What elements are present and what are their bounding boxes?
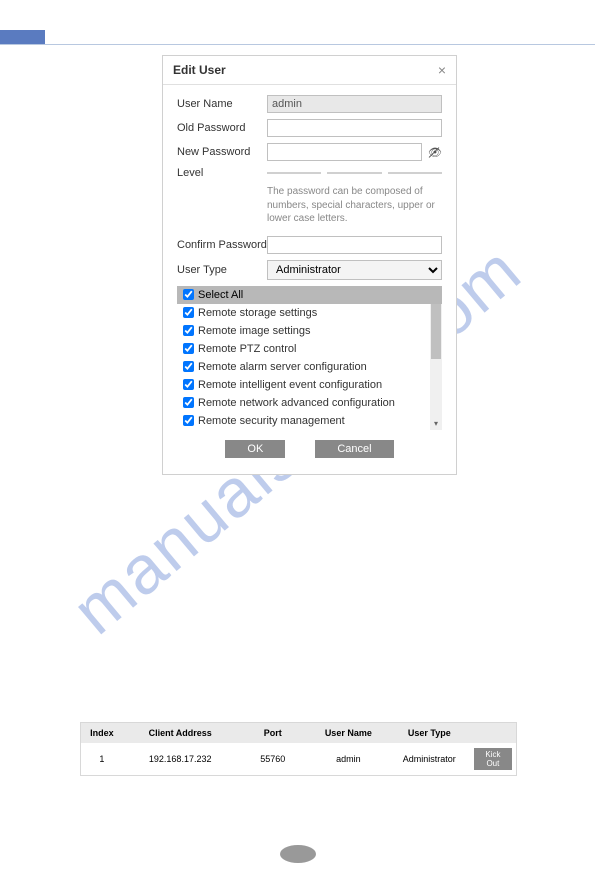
perm-item[interactable]: Remote intelligent event configuration <box>177 376 442 394</box>
dialog-header: Edit User × <box>163 56 456 85</box>
row-old-password: Old Password <box>177 119 442 137</box>
permissions-scrollbar[interactable]: ▾ <box>430 304 442 430</box>
dialog-footer: OK Cancel <box>177 430 442 460</box>
scrollbar-down-icon[interactable]: ▾ <box>430 418 442 430</box>
checkbox-perm[interactable] <box>183 415 194 426</box>
strength-seg-2 <box>327 172 381 174</box>
th-port: Port <box>238 723 308 743</box>
input-new-password[interactable] <box>267 143 422 161</box>
dialog-body: User Name Old Password New Password 👁 Le… <box>163 85 456 474</box>
checkbox-perm[interactable] <box>183 307 194 318</box>
kickout-button[interactable]: Kick Out <box>474 748 512 770</box>
reveal-password-icon[interactable]: 👁 <box>428 146 442 159</box>
strength-seg-1 <box>267 172 321 174</box>
perm-label: Remote alarm server configuration <box>198 361 367 373</box>
row-level: Level <box>177 167 442 179</box>
cancel-button[interactable]: Cancel <box>315 440 393 458</box>
th-client-address: Client Address <box>123 723 238 743</box>
input-username <box>267 95 442 113</box>
online-users-table: Index Client Address Port User Name User… <box>80 722 517 776</box>
perm-item[interactable]: Remote alarm server configuration <box>177 358 442 376</box>
permissions-list: Remote storage settings Remote image set… <box>177 304 442 430</box>
label-user-type: User Type <box>177 264 267 276</box>
td-port: 55760 <box>238 749 308 769</box>
td-username: admin <box>308 749 389 769</box>
td-client-address: 192.168.17.232 <box>123 749 238 769</box>
close-icon[interactable]: × <box>438 62 446 78</box>
checkbox-perm[interactable] <box>183 343 194 354</box>
row-confirm-password: Confirm Password <box>177 236 442 254</box>
label-username: User Name <box>177 98 267 110</box>
checkbox-perm[interactable] <box>183 325 194 336</box>
dialog-title: Edit User <box>173 63 226 77</box>
td-index: 1 <box>81 749 123 769</box>
th-index: Index <box>81 723 123 743</box>
td-action: Kick Out <box>470 743 516 775</box>
th-user-type: User Type <box>389 723 470 743</box>
th-username: User Name <box>308 723 389 743</box>
perm-label: Remote intelligent event configuration <box>198 379 382 391</box>
perm-item[interactable]: Remote network advanced configuration <box>177 394 442 412</box>
page-top-rule <box>0 30 595 45</box>
page-footer-ellipse <box>280 845 316 863</box>
perm-label: Remote network advanced configuration <box>198 397 395 409</box>
perm-item[interactable]: Remote image settings <box>177 322 442 340</box>
label-new-password: New Password <box>177 146 267 158</box>
label-old-password: Old Password <box>177 122 267 134</box>
select-user-type[interactable]: Administrator <box>267 260 442 280</box>
edit-user-dialog: Edit User × User Name Old Password New P… <box>162 55 457 475</box>
checkbox-perm[interactable] <box>183 397 194 408</box>
strength-seg-3 <box>388 172 442 174</box>
perm-item[interactable]: Remote PTZ control <box>177 340 442 358</box>
perm-label: Remote security management <box>198 415 345 427</box>
row-user-type: User Type Administrator <box>177 260 442 280</box>
perm-label: Remote PTZ control <box>198 343 296 355</box>
perm-label: Remote storage settings <box>198 307 317 319</box>
perm-label: Remote image settings <box>198 325 311 337</box>
label-level: Level <box>177 167 267 179</box>
page-top-tab <box>0 30 45 44</box>
select-all-row[interactable]: Select All <box>177 286 442 304</box>
checkbox-perm[interactable] <box>183 379 194 390</box>
row-username: User Name <box>177 95 442 113</box>
perm-item[interactable]: Remote security management <box>177 412 442 430</box>
input-old-password[interactable] <box>267 119 442 137</box>
checkbox-select-all[interactable] <box>183 289 194 300</box>
input-confirm-password[interactable] <box>267 236 442 254</box>
scrollbar-thumb[interactable] <box>431 304 441 359</box>
row-new-password: New Password 👁 <box>177 143 442 161</box>
perm-item[interactable]: Remote storage settings <box>177 304 442 322</box>
checkbox-perm[interactable] <box>183 361 194 372</box>
select-all-label: Select All <box>198 289 243 301</box>
password-strength-meter <box>267 172 442 174</box>
ok-button[interactable]: OK <box>225 440 285 458</box>
label-confirm-password: Confirm Password <box>177 239 267 251</box>
table-row: 1 192.168.17.232 55760 admin Administrat… <box>81 743 516 775</box>
th-action <box>470 723 516 743</box>
password-hint-text: The password can be composed of numbers,… <box>267 185 442 226</box>
td-user-type: Administrator <box>389 749 470 769</box>
table-header: Index Client Address Port User Name User… <box>81 723 516 743</box>
